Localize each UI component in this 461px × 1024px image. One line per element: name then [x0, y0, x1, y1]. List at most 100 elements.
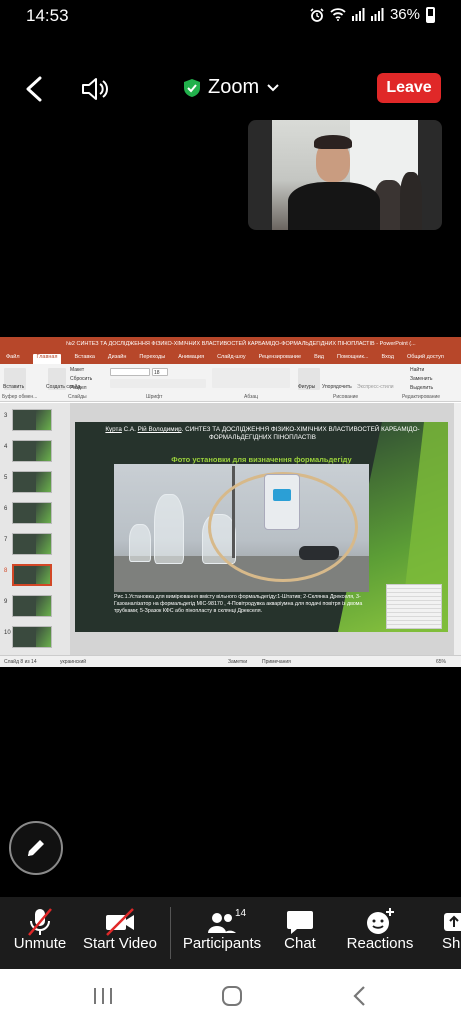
ppt-tab-animation: Анимация [178, 354, 205, 360]
share-button[interactable]: Sha [438, 897, 461, 969]
zoom-level: 65% [436, 659, 447, 665]
photo-air-pump [299, 546, 339, 560]
system-navigation-bar [0, 969, 461, 1024]
font-size-value: 18 [154, 370, 160, 376]
status-icons: 36% [310, 6, 435, 23]
start-video-button[interactable]: Start Video [80, 897, 160, 969]
notes-button: Заметки [228, 659, 248, 665]
pencil-icon [28, 840, 44, 856]
status-time: 14:53 [26, 6, 69, 25]
ppt-tab-slideshow: Слайд-шоу [217, 354, 246, 360]
thumb-num-active: 8 [4, 568, 8, 574]
chat-bubble-icon [287, 911, 313, 934]
slide-subtitle: Фото установки для визначення формальдег… [171, 455, 352, 464]
photo-flask [154, 494, 184, 564]
section-label: Раздел [70, 385, 87, 391]
toolbar-divider [170, 907, 171, 959]
slide-thumbnail[interactable] [12, 595, 52, 617]
reactions-label: Reactions [346, 935, 414, 952]
video-camera-muted-icon [106, 908, 134, 936]
share-label: Sha [442, 935, 461, 952]
shared-screen[interactable]: №2 СИНТЕЗ ТА ДОСЛІДЖЕННЯ ФІЗИКО-ХІМІЧНИХ… [0, 337, 461, 667]
slide-thumbnail-active[interactable] [12, 564, 52, 586]
slide-thumbnail[interactable] [12, 471, 52, 493]
participants-label: Participants [182, 935, 262, 952]
group-editing: Редактирование [402, 394, 441, 400]
reset-label: Сбросить [70, 376, 93, 382]
unmute-button[interactable]: Unmute [8, 897, 72, 969]
thumb-num: 9 [4, 599, 8, 605]
battery-icon [426, 6, 435, 23]
thumb-num: 6 [4, 506, 8, 512]
chat-label: Chat [284, 935, 316, 952]
apparatus-photo [114, 464, 369, 592]
share-screen-icon [444, 913, 461, 931]
paragraph-buttons [212, 368, 290, 388]
meeting-app-name: Zoom [208, 76, 260, 98]
group-font: Шрифт [146, 394, 163, 400]
ppt-tab-review: Рецензирование [258, 354, 302, 360]
status-bar: 14:53 36% [0, 0, 461, 34]
ppt-tab-insert: Вставка [74, 354, 95, 360]
vertical-scrollbar[interactable] [454, 403, 461, 655]
alarm-icon [310, 7, 324, 22]
slide-thumbnail[interactable] [12, 440, 52, 462]
meeting-top-bar: Zoom Leave [0, 60, 461, 116]
speaker-icon[interactable] [80, 76, 110, 102]
slide-thumbnail[interactable] [12, 533, 52, 555]
home-icon[interactable] [219, 983, 245, 1009]
language-indicator: украинский [60, 659, 87, 665]
leave-button[interactable]: Leave [377, 73, 441, 103]
recent-apps-icon[interactable] [92, 983, 114, 1009]
ppt-statusbar: Слайд 8 из 14 украинский Заметки Примеча… [0, 655, 461, 667]
reactions-button[interactable]: Reactions [340, 897, 420, 969]
shield-check-icon [184, 78, 200, 97]
current-slide: Курта С.А. Рій Володимир. СИНТЕЗ ТА ДОСЛ… [75, 422, 448, 632]
participants-button[interactable]: 14 Participants [180, 897, 264, 969]
chevron-down-icon [267, 83, 279, 91]
ppt-tab-view: Вид [314, 354, 325, 360]
participants-count-badge: 14 [235, 908, 247, 919]
photo-gas-analyzer [264, 474, 300, 530]
annotate-button[interactable] [9, 821, 63, 875]
photo-flask [129, 524, 151, 562]
slide-caption: Рис.1.Установка для вимірювання вмісту в… [114, 594, 363, 614]
group-slides: Слайды [68, 394, 87, 400]
slide-title-text: . СИНТЕЗ ТА ДОСЛІДЖЕННЯ ФІЗИКО-ХІМІЧНИХ … [181, 426, 420, 441]
video-background-person-2 [400, 172, 422, 230]
participants-icon [208, 913, 236, 933]
slide-thumbnail[interactable] [12, 409, 52, 431]
ppt-tab-home: Главная [32, 354, 62, 364]
slide-author-initials: С.А. [121, 426, 138, 433]
ppt-tab-transitions: Переходы [139, 354, 166, 360]
select-label: Выделить [410, 385, 434, 391]
ppt-window-title: №2 СИНТЕЗ ТА ДОСЛІДЖЕННЯ ФІЗИКО-ХІМІЧНИХ… [0, 337, 461, 352]
foam-sample-image [386, 584, 442, 629]
back-arrow-icon[interactable] [22, 76, 48, 102]
signal-icon-2 [370, 8, 384, 21]
slide-counter: Слайд 8 из 14 [4, 659, 37, 665]
ppt-tab-design: Дизайн [107, 354, 127, 360]
battery-percent: 36% [389, 6, 420, 23]
ppt-tab-help: Помощник... [337, 354, 369, 360]
participant-video[interactable] [248, 120, 442, 230]
microphone-muted-icon [28, 908, 52, 936]
shapes-label: Фигуры [298, 384, 316, 390]
thumb-num: 10 [4, 630, 11, 636]
thumb-num: 4 [4, 444, 8, 450]
arrange-label: Упорядочить [322, 384, 352, 390]
smiley-add-icon [367, 908, 394, 934]
slide-thumbnail[interactable] [12, 502, 52, 524]
slide-thumbnail[interactable] [12, 626, 52, 648]
video-person-body [288, 182, 380, 230]
group-paragraph: Абзац [244, 394, 259, 400]
slide-author-1: Курта [105, 426, 122, 433]
back-icon[interactable] [350, 983, 370, 1009]
ppt-tab-file: Файл [6, 354, 20, 360]
chat-button[interactable]: Chat [276, 897, 324, 969]
start-video-label: Start Video [83, 935, 157, 952]
group-drawing: Рисование [333, 394, 359, 400]
meeting-title[interactable]: Zoom [184, 76, 279, 99]
thumb-num: 5 [4, 475, 8, 481]
thumb-num: 3 [4, 413, 8, 419]
